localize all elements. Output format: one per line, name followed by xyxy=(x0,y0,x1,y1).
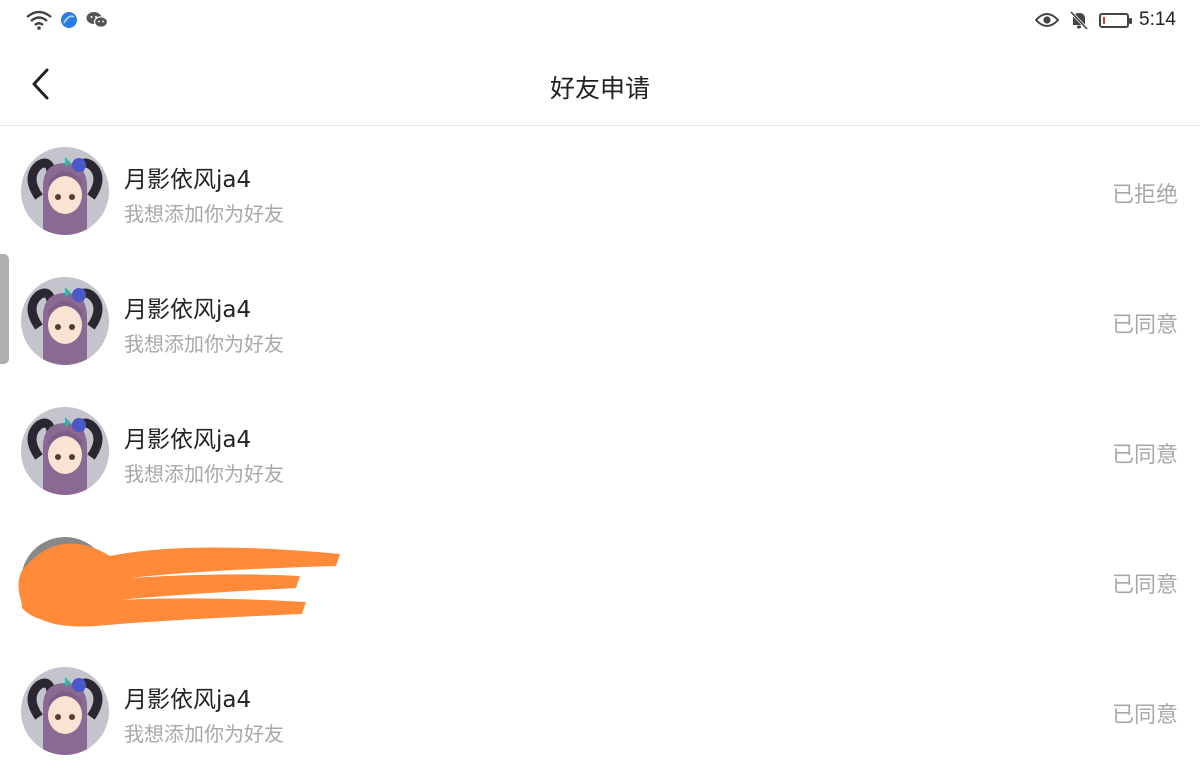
request-status: 已同意 xyxy=(1111,443,1178,468)
request-message: 我想添加你为好友 xyxy=(124,202,284,226)
wechat-icon xyxy=(86,12,108,28)
anime-avatar-image xyxy=(21,147,109,235)
request-message: 我想添加你为好友 xyxy=(124,462,284,486)
status-time: 5:14 xyxy=(1139,9,1176,30)
request-status: 已同意 xyxy=(1111,313,1178,338)
request-status: 已同意 xyxy=(1111,573,1178,598)
anime-avatar-image xyxy=(21,407,109,495)
request-status: 已同意 xyxy=(1111,703,1178,728)
battery-icon xyxy=(1099,12,1133,28)
anime-avatar-image xyxy=(21,277,109,365)
friend-request-item-redacted[interactable]: 已同意 xyxy=(0,516,1200,646)
wifi-icon xyxy=(26,10,52,30)
avatar[interactable] xyxy=(21,147,109,235)
request-status: 已拒绝 xyxy=(1111,183,1178,208)
request-message: 我想添加你为好友 xyxy=(124,722,284,746)
page-header: 好友申请 xyxy=(0,42,1200,126)
friend-request-item[interactable]: 月影依风ja4 我想添加你为好友 已同意 xyxy=(0,646,1200,776)
anime-avatar-image xyxy=(21,667,109,755)
friend-request-list: 月影依风ja4 我想添加你为好友 已拒绝 月影依风ja4 我想添加你为好友 已同… xyxy=(0,126,1200,776)
request-message: 我想添加你为好友 xyxy=(124,332,284,356)
requester-name: 月影依风ja4 xyxy=(124,297,252,323)
requester-name: 月影依风ja4 xyxy=(124,427,252,453)
avatar[interactable] xyxy=(21,537,109,625)
bell-muted-icon xyxy=(1069,10,1089,30)
page-title: 好友申请 xyxy=(549,74,650,103)
browser-app-icon xyxy=(61,12,77,28)
requester-name: 月影依风ja4 xyxy=(124,167,252,193)
friend-request-item[interactable]: 月影依风ja4 我想添加你为好友 已拒绝 xyxy=(0,126,1200,256)
friend-request-item[interactable]: 月影依风ja4 我想添加你为好友 已同意 xyxy=(0,256,1200,386)
status-bar: 5:14 xyxy=(0,0,1200,42)
friend-request-item[interactable]: 月影依风ja4 我想添加你为好友 已同意 xyxy=(0,386,1200,516)
requester-name: 月影依风ja4 xyxy=(124,687,252,713)
status-bar-right: 5:14 xyxy=(1035,9,1176,31)
status-bar-left xyxy=(26,10,108,30)
avatar[interactable] xyxy=(21,277,109,365)
avatar[interactable] xyxy=(21,407,109,495)
avatar[interactable] xyxy=(21,667,109,755)
eye-icon xyxy=(1035,13,1060,27)
